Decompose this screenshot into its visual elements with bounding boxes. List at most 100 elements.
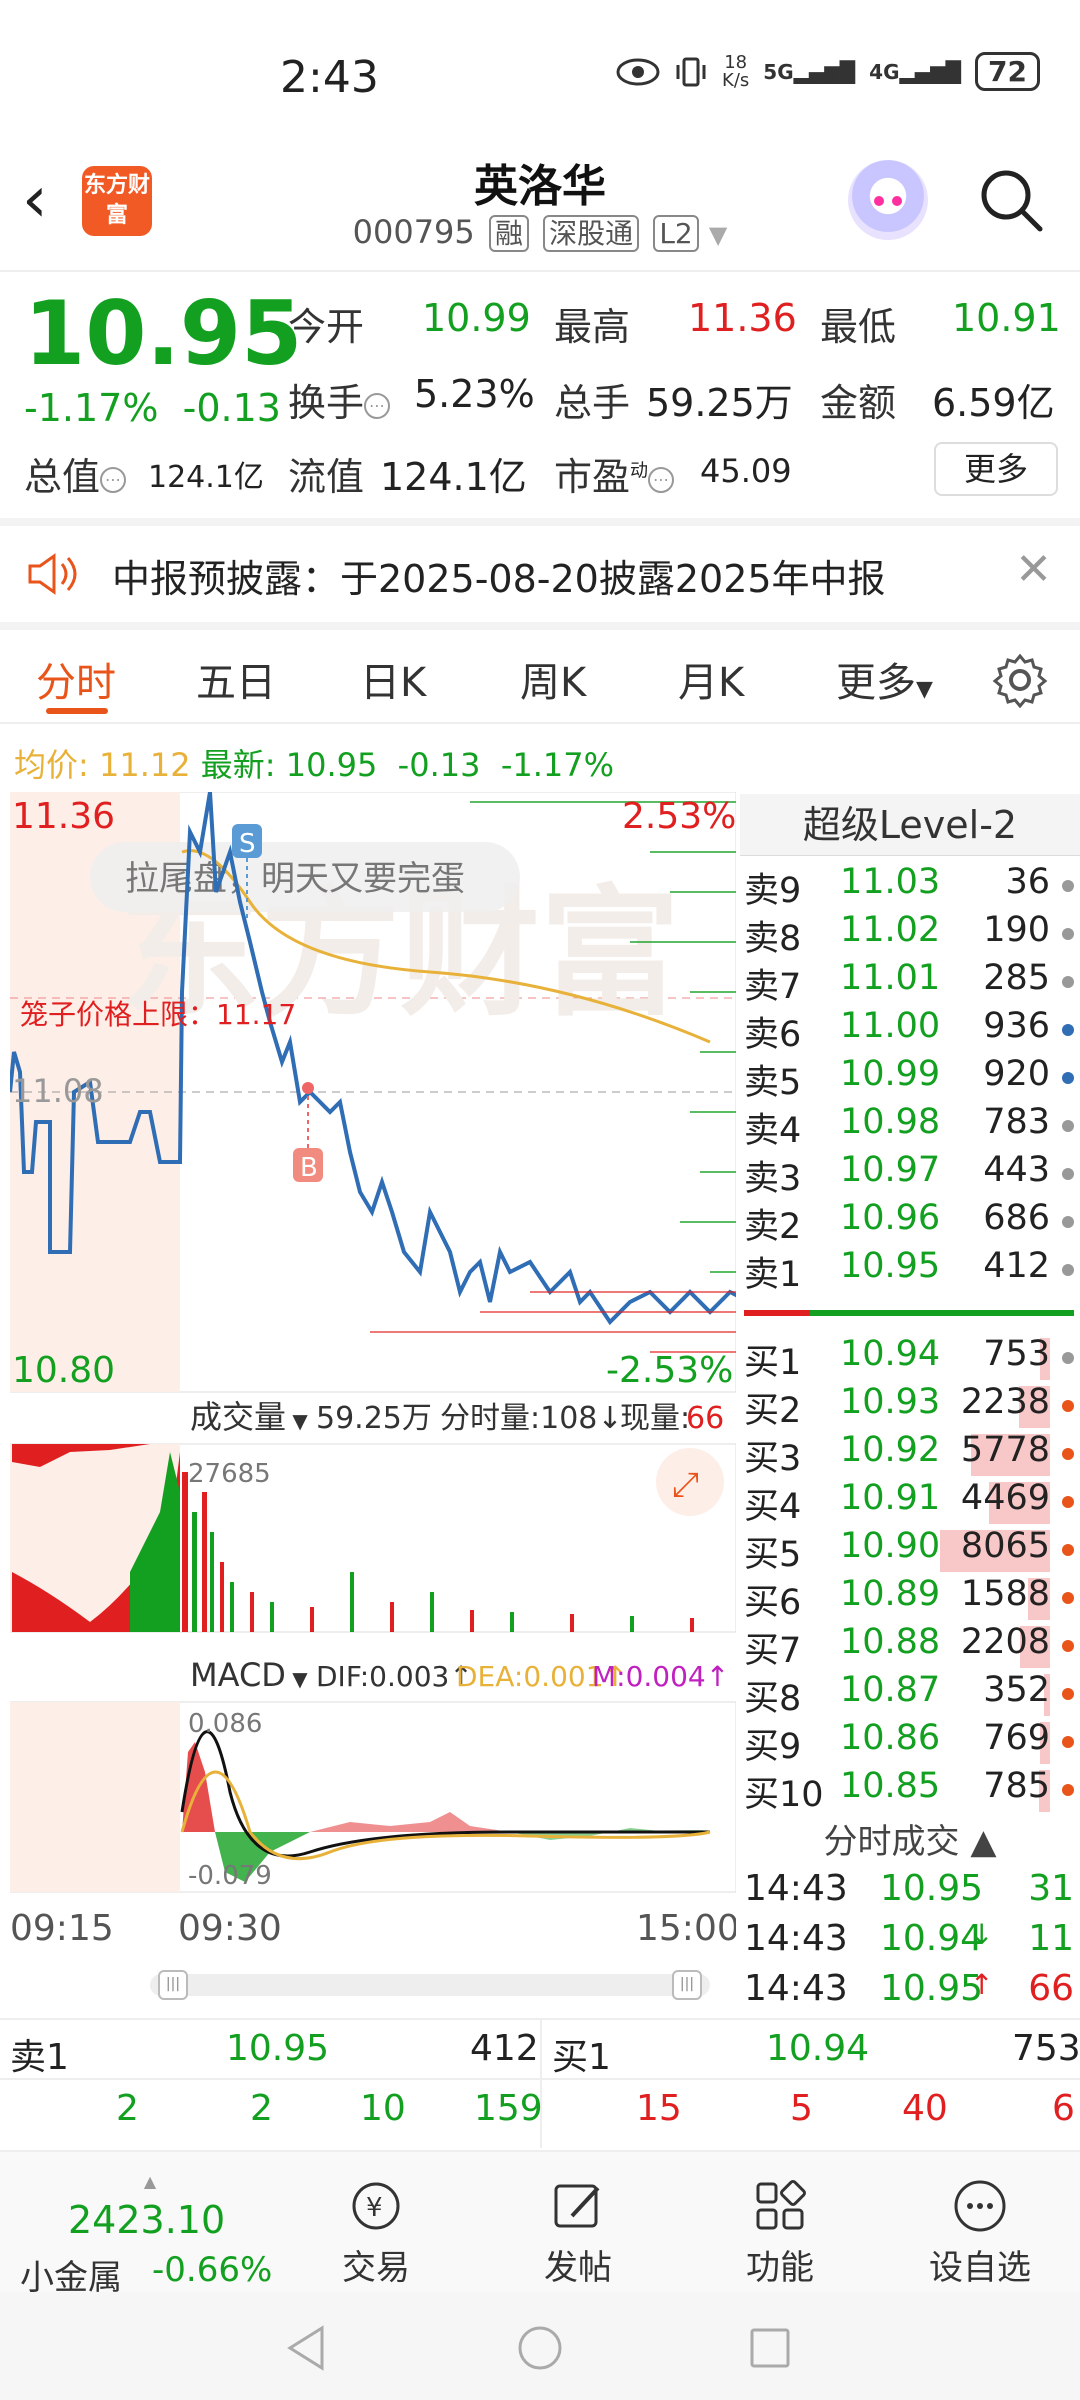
market-cap-value: 124.1亿: [148, 460, 264, 495]
tick-time: 14:43: [744, 1918, 848, 1959]
macd-label[interactable]: MACD ▼: [190, 1656, 308, 1694]
intraday-chart[interactable]: 东方财富 拉尾盘，明天又要完蛋 S B 11.36 10.80 2.53% -2…: [10, 792, 736, 2012]
ask-row: 卖5 10.99 920: [744, 1054, 1080, 1103]
tab-intraday[interactable]: 分时: [36, 650, 116, 708]
bid-dot: [1062, 1736, 1074, 1748]
tab-monthly-k[interactable]: 月K: [678, 650, 744, 708]
bid-row: 买1 10.94 753: [744, 1334, 1080, 1383]
price-change: -1.17% -0.13: [24, 386, 281, 430]
ask-volume: 443: [983, 1150, 1050, 1190]
bid-price: 10.85: [840, 1766, 941, 1806]
signal-4g-icon: 4G▂▄▆█: [869, 59, 962, 84]
scroll-handle-right[interactable]: |||: [672, 1970, 702, 2000]
bid-row: 买10 10.85 785: [744, 1766, 1080, 1815]
ask-dot: [1062, 928, 1074, 940]
bid-price: 10.92: [840, 1430, 941, 1470]
chart-scroll-strip[interactable]: ||| |||: [150, 1970, 710, 2000]
ask-price: 10.95: [840, 1246, 941, 1286]
pe-label[interactable]: 市盈动 ⋯: [554, 446, 675, 501]
tick-price: 10.95: [880, 1968, 984, 2009]
bid-label: 买1: [744, 1343, 802, 1383]
ask-price: 10.96: [840, 1198, 941, 1238]
turnover-label[interactable]: 换手 ⋯: [288, 372, 391, 427]
bid-label: 买8: [744, 1679, 802, 1719]
settings-gear-icon[interactable]: [992, 652, 1048, 708]
nav-back-icon[interactable]: [284, 2324, 328, 2372]
ask-dot: [1062, 976, 1074, 988]
tab-active-indicator: [46, 708, 108, 714]
high-label: 最高: [554, 305, 631, 349]
chart-y-low: 10.80: [12, 1350, 115, 1391]
ask-row: 卖9 11.03 36: [744, 862, 1080, 911]
nav-trade[interactable]: ¥ 交易: [306, 2178, 446, 2289]
eye-icon: [616, 58, 660, 85]
tab-daily-k[interactable]: 日K: [360, 650, 426, 708]
nav-functions[interactable]: 功能: [710, 2178, 850, 2289]
close-icon[interactable]: ✕: [1015, 544, 1052, 595]
more-dots-icon: [954, 2180, 1006, 2232]
current-price: 10.95: [24, 282, 303, 385]
level2-title[interactable]: 超级Level-2: [740, 794, 1080, 856]
ask-price: 10.99: [840, 1054, 941, 1094]
bid-dot: [1062, 1448, 1074, 1460]
tick-arrow: ↑: [970, 1968, 994, 2001]
ask-dot: [1062, 1024, 1074, 1036]
limit-label: 笼子价格上限：11.17: [20, 998, 296, 1031]
bid-price: 10.90: [840, 1526, 941, 1566]
tick-trades-title[interactable]: 分时成交 ▲: [740, 1814, 1080, 1863]
chart-comment: 拉尾盘，明天又要完蛋: [125, 859, 465, 899]
bottom-nav: ▲ 2423.10 小金属 -0.66% ¥ 交易 发帖 功能 设自选: [0, 2150, 1080, 2298]
more-button[interactable]: 更多: [934, 442, 1058, 496]
nav-add-watchlist[interactable]: 设自选: [910, 2178, 1050, 2289]
svg-text:¥: ¥: [366, 2193, 383, 2223]
nav-post[interactable]: 发帖: [508, 2178, 648, 2289]
ask-volume: 190: [983, 910, 1050, 950]
bid-volume: 769: [983, 1718, 1050, 1758]
tab-more[interactable]: 更多▼: [836, 650, 933, 708]
battery-icon: 72: [975, 52, 1040, 91]
search-icon[interactable]: [976, 165, 1046, 235]
volume-label: 总手: [554, 381, 631, 425]
float-cap-label: 流值: [288, 455, 365, 499]
notice-bar[interactable]: 中报预披露：于2025-08-20披露2025年中报 ✕: [0, 522, 1080, 622]
tick-price: 10.95: [880, 1868, 984, 1909]
bid-row: 买2 10.93 2238: [744, 1382, 1080, 1431]
bid-price: 10.93: [840, 1382, 941, 1422]
signal-5g-icon: 5G▂▄▆█: [763, 59, 856, 84]
chart-ref-price: 11.08: [12, 1072, 104, 1110]
nav-recents-icon[interactable]: [748, 2326, 792, 2370]
bid-row: 买7 10.88 2208: [744, 1622, 1080, 1671]
tab-5day[interactable]: 五日: [196, 650, 276, 708]
expand-icon[interactable]: ⤢: [672, 1465, 699, 1505]
bid-row: 买5 10.90 8065: [744, 1526, 1080, 1575]
ask-volume: 920: [983, 1054, 1050, 1094]
buy-marker: B: [300, 1153, 318, 1183]
open-price: 今开: [288, 305, 365, 349]
ask-dot: [1062, 1216, 1074, 1228]
assistant-robot-icon[interactable]: [848, 160, 928, 240]
dropdown-icon[interactable]: ▼: [709, 221, 727, 249]
tab-weekly-k[interactable]: 周K: [520, 650, 586, 708]
sell-marker: S: [239, 829, 256, 859]
chart-tabs: 分时 五日 日K 周K 月K 更多▼: [0, 632, 1080, 722]
bid-row: 买6 10.89 1588: [744, 1574, 1080, 1623]
pe-value: 45.09: [700, 452, 792, 490]
volume-now: 66: [686, 1401, 724, 1436]
market-cap-label[interactable]: 总值 ⋯: [24, 446, 127, 501]
ask-volume: 783: [983, 1102, 1050, 1142]
ask-label: 卖6: [744, 1015, 802, 1055]
index-ticker[interactable]: ▲ 2423.10 小金属 -0.66%: [20, 2172, 280, 2298]
bid-label: 买6: [744, 1583, 802, 1623]
nav-home-icon[interactable]: [516, 2324, 564, 2372]
bid-price: 10.91: [840, 1478, 941, 1518]
ask-price: 11.02: [840, 910, 941, 950]
volume-label[interactable]: 成交量 ▼: [190, 1398, 308, 1436]
scroll-handle-left[interactable]: |||: [158, 1970, 188, 2000]
tick-volume: 66: [1028, 1968, 1074, 2009]
bid-price: 10.86: [840, 1718, 941, 1758]
avg-price-bar: 均价: 11.12 最新: 10.95 -0.13 -1.17%: [14, 746, 615, 784]
volume-max: 27685: [188, 1459, 271, 1489]
bid-price: 10.89: [840, 1574, 941, 1614]
trade-icon: ¥: [352, 2182, 400, 2230]
ask-price: 11.00: [840, 1006, 941, 1046]
